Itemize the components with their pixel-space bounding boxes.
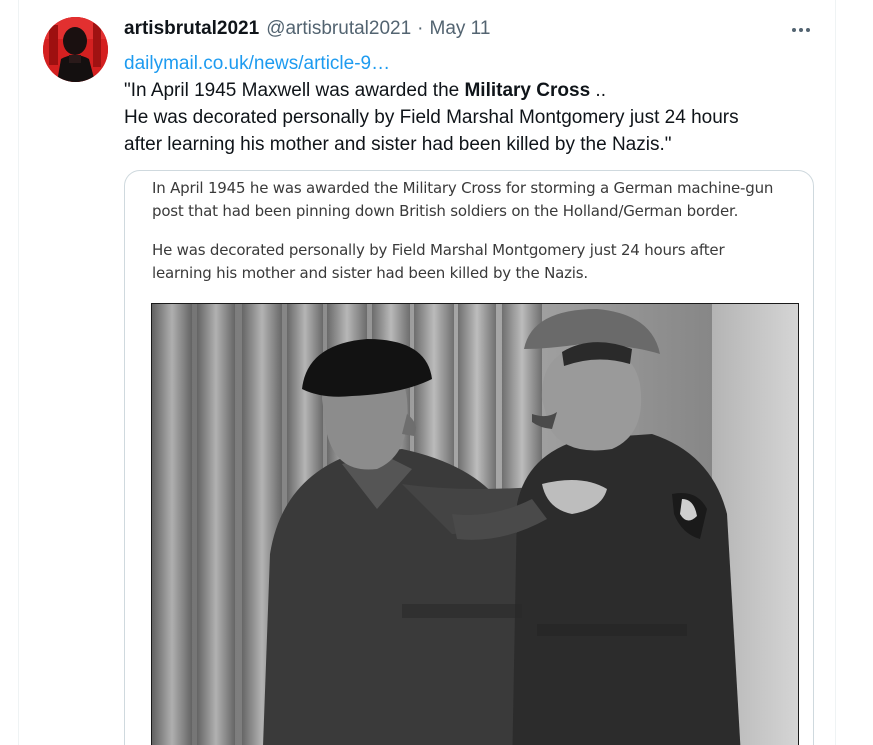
author-display-name[interactable]: artisbrutal2021	[124, 18, 259, 40]
more-dot	[806, 28, 810, 32]
timeline-left-border	[18, 0, 19, 745]
card-paragraph: In April 1945 he was awarded the Militar…	[152, 177, 792, 223]
more-dot	[792, 28, 796, 32]
more-horizontal-icon[interactable]	[786, 20, 816, 40]
photo-illustration	[152, 304, 798, 745]
historical-photo	[151, 303, 799, 745]
header-separator: ·	[417, 18, 424, 39]
tweet-header: artisbrutal2021 @artisbrutal2021 · May 1…	[124, 18, 490, 44]
article-link[interactable]: dailymail.co.uk/news/article-9…	[124, 53, 390, 74]
timeline-right-border	[835, 0, 836, 745]
card-text-line: learning his mother and sister had been …	[152, 264, 588, 282]
tweet-text: dailymail.co.uk/news/article-9… "In Apri…	[124, 50, 814, 158]
card-paragraph: He was decorated personally by Field Mar…	[152, 239, 792, 285]
attached-image-card[interactable]: In April 1945 he was awarded the Militar…	[124, 170, 814, 745]
card-text-line: post that had been pinning down British …	[152, 202, 739, 220]
avatar[interactable]	[43, 17, 108, 82]
tweet-text-line: after learning his mother and sister had…	[124, 134, 672, 155]
tweet-text-line: "In April 1945 Maxwell was awarded the M…	[124, 77, 814, 104]
tweet-text-line: He was decorated personally by Field Mar…	[124, 107, 739, 128]
card-text-line: He was decorated personally by Field Mar…	[152, 241, 725, 259]
tweet-text-fragment: "In April 1945 Maxwell was awarded the	[124, 80, 465, 101]
tweet-text-bold: Military Cross	[464, 80, 591, 101]
tweet-date[interactable]: May 11	[430, 18, 491, 40]
author-handle[interactable]: @artisbrutal2021	[266, 18, 411, 40]
tweet-page: artisbrutal2021 @artisbrutal2021 · May 1…	[0, 0, 873, 745]
card-text-line: In April 1945 he was awarded the Militar…	[152, 179, 774, 197]
avatar-image	[43, 17, 108, 82]
tweet-text-fragment: ..	[590, 80, 606, 101]
more-dot	[799, 28, 803, 32]
